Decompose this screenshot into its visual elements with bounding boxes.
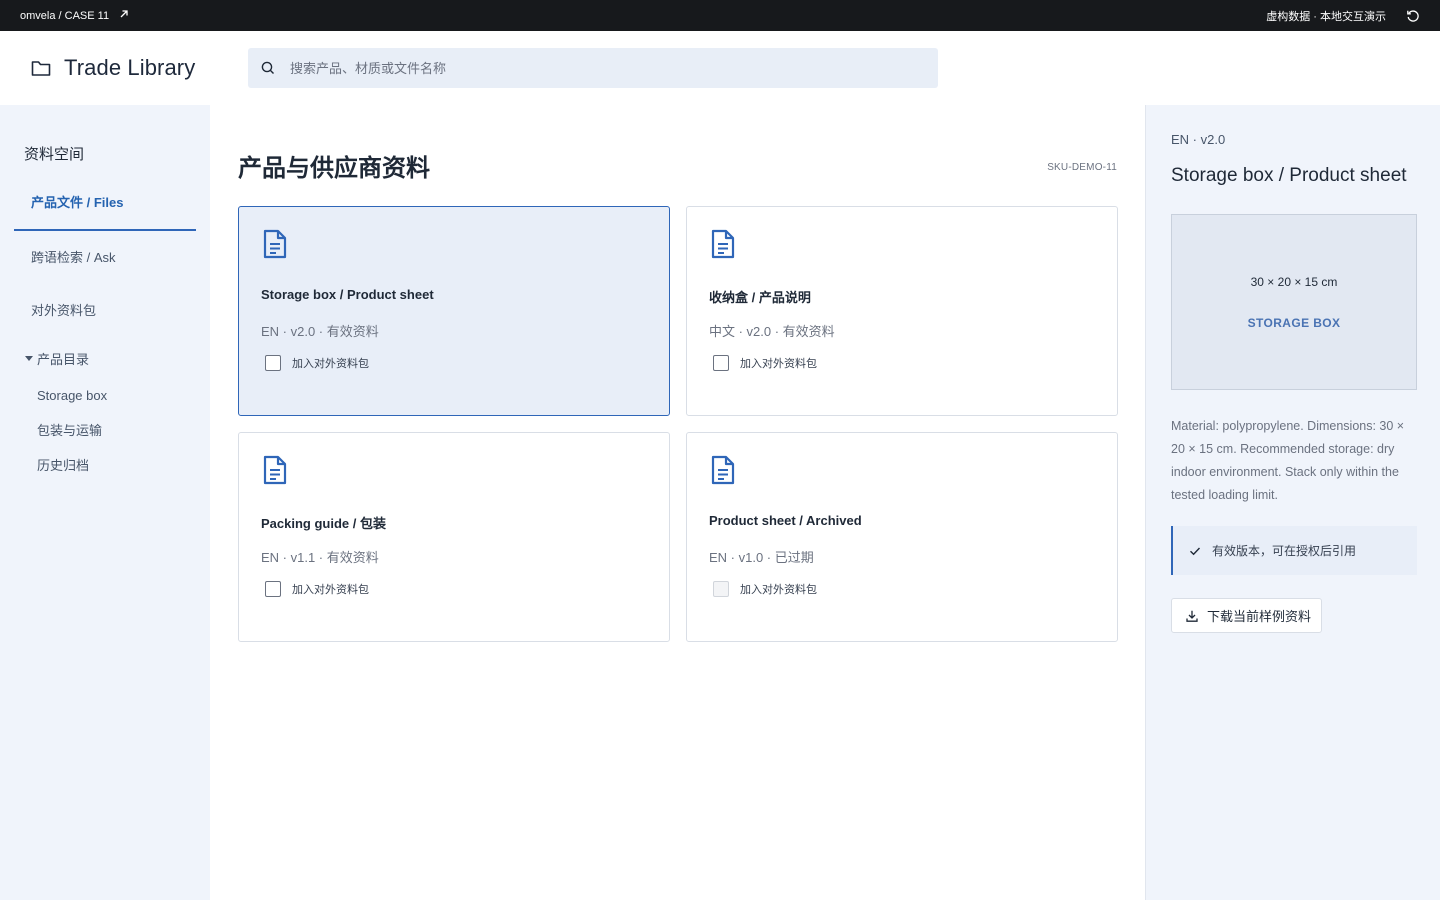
search-bar[interactable]	[248, 48, 938, 88]
checkbox-box-disabled	[713, 581, 729, 597]
download-icon	[1185, 609, 1199, 623]
detail-description: Material: polypropylene. Dimensions: 30 …	[1171, 419, 1405, 502]
arrow-up-right-icon[interactable]	[119, 9, 129, 22]
top-strip: omvela / CASE 11 虚构数据 · 本地交互演示	[0, 0, 1440, 31]
product-preview: 30 × 20 × 15 cm STORAGE BOX	[1171, 214, 1417, 390]
file-card-title: Packing guide / 包装	[261, 516, 386, 531]
catalog-tree-toggle[interactable]: 产品目录	[25, 349, 210, 368]
page-title: 产品与供应商资料	[238, 155, 430, 182]
catalog-tree-label: 产品目录	[37, 352, 90, 367]
main-content: 产品与供应商资料 SKU-DEMO-11 Storage box / Produ…	[210, 105, 1145, 900]
status-note: 有效版本，可在授权后引用	[1171, 526, 1417, 575]
file-card[interactable]: Storage box / Product sheet EN · v2.0 · …	[238, 206, 670, 416]
caret-down-icon	[25, 356, 33, 361]
file-card-title: Storage box / Product sheet	[261, 287, 434, 302]
add-to-pack-checkbox[interactable]: 加入对外资料包	[265, 581, 369, 597]
file-card-meta: EN · v2.0 · 有效资料	[261, 324, 379, 339]
brand[interactable]: Trade Library	[30, 55, 248, 81]
sidebar-item-files[interactable]: 产品文件 / Files	[14, 178, 196, 231]
checkbox-label: 加入对外资料包	[740, 358, 817, 370]
detail-title: Storage box / Product sheet	[1171, 165, 1407, 186]
checkbox-box[interactable]	[713, 355, 729, 371]
preview-label: STORAGE BOX	[1247, 316, 1341, 330]
checkbox-box[interactable]	[265, 355, 281, 371]
file-card-title: 收纳盒 / 产品说明	[709, 290, 811, 305]
case-breadcrumb[interactable]: omvela / CASE 11	[20, 9, 129, 22]
document-icon	[263, 455, 287, 485]
sku-label: SKU-DEMO-11	[1047, 162, 1117, 173]
document-icon	[711, 455, 735, 485]
download-label: 下载当前样例资料	[1207, 609, 1312, 624]
add-to-pack-checkbox: 加入对外资料包	[713, 581, 817, 597]
breadcrumb-text[interactable]: omvela / CASE 11	[20, 10, 109, 22]
file-card[interactable]: 收纳盒 / 产品说明 中文 · v2.0 · 有效资料 加入对外资料包	[686, 206, 1118, 416]
file-card-meta: EN · v1.1 · 有效资料	[261, 550, 379, 565]
app-header: Trade Library	[0, 31, 1440, 105]
preview-dimensions: 30 × 20 × 15 cm	[1250, 275, 1338, 289]
detail-meta: EN · v2.0	[1171, 132, 1226, 147]
file-card[interactable]: Product sheet / Archived EN · v1.0 · 已过期…	[686, 432, 1118, 642]
checkbox-box[interactable]	[265, 581, 281, 597]
tree-item-packaging[interactable]: 包装与运输	[37, 413, 210, 448]
file-card-meta: 中文 · v2.0 · 有效资料	[709, 324, 835, 339]
document-icon	[263, 229, 287, 259]
refresh-icon[interactable]	[1406, 9, 1420, 23]
checkbox-label: 加入对外资料包	[292, 584, 369, 596]
add-to-pack-checkbox[interactable]: 加入对外资料包	[265, 355, 369, 371]
tree-item-archive[interactable]: 历史归档	[37, 448, 210, 483]
sidebar-item-external-pack[interactable]: 对外资料包	[14, 284, 196, 337]
tree-item-storage-box[interactable]: Storage box	[37, 378, 210, 413]
download-button[interactable]: 下载当前样例资料	[1171, 598, 1322, 633]
sidebar-section-title: 资料空间	[24, 146, 85, 163]
sidebar: 资料空间 产品文件 / Files 跨语检索 / Ask 对外资料包 产品目录 …	[0, 105, 210, 900]
checkbox-label: 加入对外资料包	[740, 584, 817, 596]
status-text: 有效版本，可在授权后引用	[1212, 544, 1357, 558]
demo-mode-label: 虚构数据 · 本地交互演示	[1266, 10, 1386, 23]
search-input[interactable]	[290, 60, 926, 76]
sidebar-item-ask[interactable]: 跨语检索 / Ask	[14, 231, 196, 284]
folder-icon	[30, 57, 52, 79]
file-card[interactable]: Packing guide / 包装 EN · v1.1 · 有效资料 加入对外…	[238, 432, 670, 642]
file-card-meta: EN · v1.0 · 已过期	[709, 550, 814, 565]
check-icon	[1188, 544, 1202, 558]
detail-panel: EN · v2.0 Storage box / Product sheet 30…	[1145, 105, 1440, 900]
search-icon	[260, 60, 276, 76]
add-to-pack-checkbox[interactable]: 加入对外资料包	[713, 355, 817, 371]
app-name: Trade Library	[64, 55, 196, 80]
checkbox-label: 加入对外资料包	[292, 358, 369, 370]
document-icon	[711, 229, 735, 259]
file-card-title: Product sheet / Archived	[709, 513, 862, 528]
